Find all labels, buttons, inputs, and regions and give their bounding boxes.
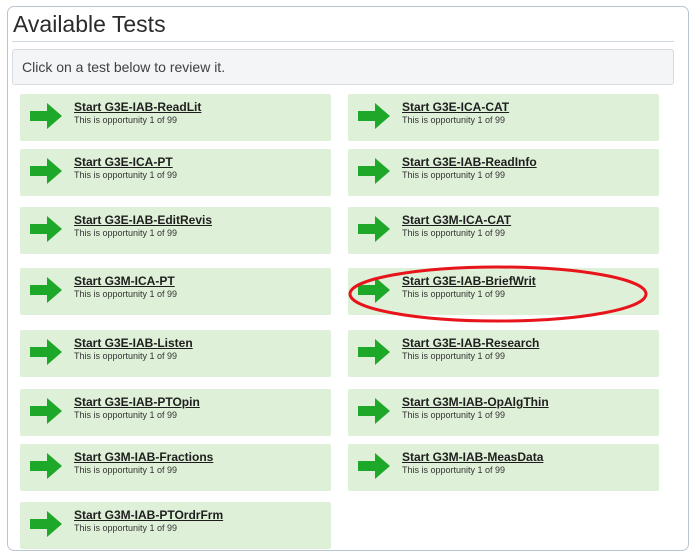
opportunity-text: This is opportunity 1 of 99 bbox=[74, 289, 178, 299]
test-card[interactable]: Start G3E-IAB-ReadInfo This is opportunit… bbox=[348, 149, 659, 196]
test-start-link[interactable]: Start G3E-IAB-BriefWrit bbox=[402, 274, 536, 288]
test-card[interactable]: Start G3E-IAB-Research This is opportunit… bbox=[348, 330, 659, 377]
test-start-link[interactable]: Start G3E-IAB-EditRevis bbox=[74, 213, 212, 227]
test-start-link[interactable]: Start G3M-IAB-Fractions bbox=[74, 450, 213, 464]
test-start-link[interactable]: Start G3M-ICA-CAT bbox=[402, 213, 511, 227]
opportunity-text: This is opportunity 1 of 99 bbox=[402, 228, 506, 238]
test-card[interactable]: Start G3E-IAB-ReadLit This is opportunity… bbox=[20, 94, 331, 141]
test-card[interactable]: Start G3E-IAB-Listen This is opportunity … bbox=[20, 330, 331, 377]
test-card[interactable]: Start G3E-ICA-CAT This is opportunity 1 o… bbox=[348, 94, 659, 141]
instructions-bar: Click on a test below to review it. bbox=[12, 49, 674, 85]
test-start-link[interactable]: Start G3M-IAB-MeasData bbox=[402, 450, 543, 464]
test-card[interactable]: Start G3E-IAB-BriefWrit This is opportuni… bbox=[348, 268, 659, 315]
opportunity-text: This is opportunity 1 of 99 bbox=[402, 465, 506, 475]
test-card[interactable]: Start G3E-ICA-PT This is opportunity 1 of… bbox=[20, 149, 331, 196]
test-start-link[interactable]: Start G3E-IAB-Listen bbox=[74, 336, 193, 350]
opportunity-text: This is opportunity 1 of 99 bbox=[74, 465, 178, 475]
test-card[interactable]: Start G3M-IAB-Fractions This is opportuni… bbox=[20, 444, 331, 491]
opportunity-text: This is opportunity 1 of 99 bbox=[74, 523, 178, 533]
opportunity-text: This is opportunity 1 of 99 bbox=[74, 351, 178, 361]
test-start-link[interactable]: Start G3E-IAB-Research bbox=[402, 336, 539, 350]
test-card[interactable]: Start G3M-ICA-CAT This is opportunity 1 o… bbox=[348, 207, 659, 254]
opportunity-text: This is opportunity 1 of 99 bbox=[402, 351, 506, 361]
test-card[interactable]: Start G3M-IAB-OpAlgThin This is opportuni… bbox=[348, 389, 659, 436]
page-title: Available Tests bbox=[13, 11, 166, 37]
test-card[interactable]: Start G3E-IAB-PTOpin This is opportunity … bbox=[20, 389, 331, 436]
test-start-link[interactable]: Start G3E-IAB-ReadInfo bbox=[402, 155, 537, 169]
test-start-link[interactable]: Start G3E-ICA-PT bbox=[74, 155, 173, 169]
opportunity-text: This is opportunity 1 of 99 bbox=[402, 410, 506, 420]
opportunity-text: This is opportunity 1 of 99 bbox=[74, 228, 178, 238]
test-start-link[interactable]: Start G3M-IAB-PTOrdrFrm bbox=[74, 508, 223, 522]
opportunity-text: This is opportunity 1 of 99 bbox=[74, 410, 178, 420]
test-card[interactable]: Start G3E-IAB-EditRevis This is opportuni… bbox=[20, 207, 331, 254]
opportunity-text: This is opportunity 1 of 99 bbox=[402, 289, 506, 299]
test-start-link[interactable]: Start G3M-ICA-PT bbox=[74, 274, 175, 288]
test-start-link[interactable]: Start G3E-IAB-PTOpin bbox=[74, 395, 200, 409]
test-start-link[interactable]: Start G3E-IAB-ReadLit bbox=[74, 100, 201, 114]
opportunity-text: This is opportunity 1 of 99 bbox=[402, 170, 506, 180]
test-start-link[interactable]: Start G3E-ICA-CAT bbox=[402, 100, 509, 114]
opportunity-text: This is opportunity 1 of 99 bbox=[402, 115, 506, 125]
opportunity-text: This is opportunity 1 of 99 bbox=[74, 115, 178, 125]
title-divider bbox=[12, 41, 674, 42]
test-card[interactable]: Start G3M-IAB-MeasData This is opportunit… bbox=[348, 444, 659, 491]
opportunity-text: This is opportunity 1 of 99 bbox=[74, 170, 178, 180]
test-start-link[interactable]: Start G3M-IAB-OpAlgThin bbox=[402, 395, 549, 409]
test-card[interactable]: Start G3M-ICA-PT This is opportunity 1 of… bbox=[20, 268, 331, 315]
test-card[interactable]: Start G3M-IAB-PTOrdrFrm This is opportuni… bbox=[20, 502, 331, 549]
